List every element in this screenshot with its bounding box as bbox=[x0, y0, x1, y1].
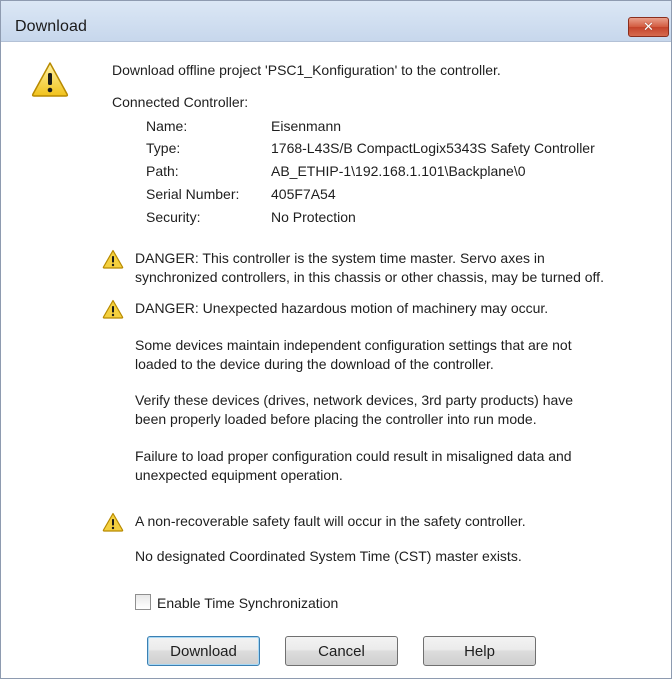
name-value: Eisenmann bbox=[271, 118, 342, 134]
type-value: 1768-L43S/B CompactLogix5343S Safety Con… bbox=[271, 140, 595, 156]
paragraph-devices-line1: Some devices maintain independent config… bbox=[135, 337, 572, 353]
safety-fault-warning: A non-recoverable safety fault will occu… bbox=[135, 513, 526, 529]
danger-hazardous-motion: DANGER: Unexpected hazardous motion of m… bbox=[135, 300, 549, 316]
connected-controller-heading: Connected Controller: bbox=[112, 94, 249, 110]
security-value: No Protection bbox=[271, 209, 356, 225]
cst-master-message: No designated Coordinated System Time (C… bbox=[135, 548, 522, 564]
help-button[interactable]: Help bbox=[423, 636, 536, 666]
warning-icon bbox=[102, 299, 124, 319]
paragraph-verify-line2: been properly loaded before placing the … bbox=[135, 411, 537, 427]
paragraph-verify-line1: Verify these devices (drives, network de… bbox=[135, 392, 574, 408]
paragraph-devices-line2: loaded to the device during the download… bbox=[135, 356, 494, 372]
time-sync-checkbox[interactable] bbox=[135, 594, 151, 610]
warning-icon bbox=[102, 512, 124, 532]
intro-text: Download offline project 'PSC1_Konfigura… bbox=[112, 62, 501, 78]
paragraph-failure-line1: Failure to load proper configuration cou… bbox=[135, 448, 572, 464]
warning-icon bbox=[102, 249, 124, 269]
title-bar[interactable]: Download ✕ bbox=[1, 1, 671, 42]
close-button[interactable]: ✕ bbox=[628, 17, 669, 37]
download-dialog: Download ✕ Download offline project 'PSC… bbox=[0, 0, 672, 679]
dialog-title: Download bbox=[15, 18, 87, 35]
serial-number-value: 405F7A54 bbox=[271, 186, 336, 202]
path-label: Path: bbox=[146, 163, 179, 179]
path-value: AB_ETHIP-1\192.168.1.101\Backplane\0 bbox=[271, 163, 526, 179]
warning-icon bbox=[31, 62, 69, 97]
security-label: Security: bbox=[146, 209, 201, 225]
name-label: Name: bbox=[146, 118, 188, 134]
danger-time-master-line2: synchronized controllers, in this chassi… bbox=[135, 269, 604, 285]
cancel-button[interactable]: Cancel bbox=[285, 636, 398, 666]
download-button[interactable]: Download bbox=[147, 636, 260, 666]
close-icon: ✕ bbox=[643, 19, 654, 35]
type-label: Type: bbox=[146, 140, 181, 156]
danger-time-master-line1: DANGER: This controller is the system ti… bbox=[135, 250, 545, 266]
paragraph-failure-line2: unexpected equipment operation. bbox=[135, 467, 343, 483]
time-sync-label[interactable]: Enable Time Synchronization bbox=[157, 594, 338, 613]
serial-number-label: Serial Number: bbox=[146, 186, 240, 202]
